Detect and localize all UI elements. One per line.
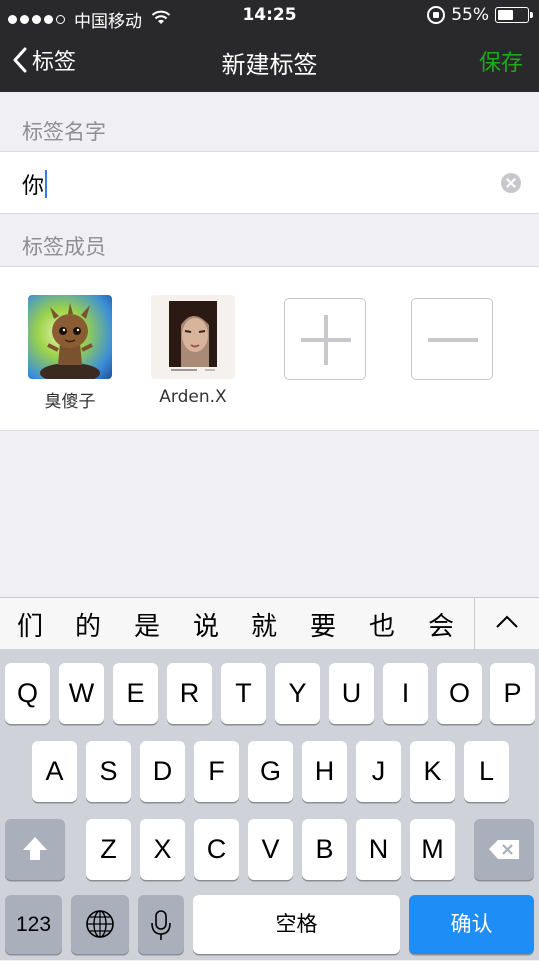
tag-members-section-label: 标签成员	[22, 235, 106, 259]
key-n[interactable]: N	[356, 819, 401, 880]
member-name: 臭傻子	[44, 392, 96, 412]
page-title: 新建标签	[221, 51, 318, 79]
key-k[interactable]: K	[410, 741, 455, 802]
key-r[interactable]: R	[167, 663, 212, 724]
chevron-up-icon	[496, 615, 518, 628]
expand-candidates-button[interactable]	[474, 598, 539, 649]
confirm-key[interactable]: 确认	[409, 895, 534, 954]
key-t[interactable]: T	[221, 663, 266, 724]
status-bar: 中国移动 14:25 55%	[0, 0, 539, 32]
member-item[interactable]: Arden.X	[143, 295, 243, 407]
status-right: 55%	[427, 5, 533, 25]
tag-name-input[interactable]: 你	[22, 168, 44, 200]
key-z[interactable]: Z	[86, 819, 131, 880]
key-c[interactable]: C	[194, 819, 239, 880]
key-d[interactable]: D	[140, 741, 185, 802]
numbers-key[interactable]: 123	[5, 895, 62, 954]
members-panel: 臭傻子 Arden.X	[0, 266, 539, 431]
candidate-word[interactable]: 是	[125, 606, 169, 643]
add-member-button[interactable]	[284, 298, 366, 380]
candidate-word[interactable]: 也	[360, 606, 404, 643]
tag-name-field[interactable]: 你	[0, 151, 539, 214]
groot-avatar-image	[40, 303, 100, 379]
key-a[interactable]: A	[32, 741, 77, 802]
text-cursor	[45, 170, 48, 198]
key-l[interactable]: L	[464, 741, 509, 802]
top-bar: 中国移动 14:25 55% 标签 新建标签 保存	[0, 0, 539, 92]
shift-arrow-icon	[23, 837, 47, 860]
key-h[interactable]: H	[302, 741, 347, 802]
candidate-word[interactable]: 就	[242, 606, 286, 643]
navigation-bar: 标签 新建标签 保存	[0, 32, 539, 92]
keyboard: Q W E R T Y U I O P A S D F G H J K L Z …	[0, 649, 539, 960]
battery-percent: 55%	[451, 5, 489, 25]
tag-name-value-wrap: 你	[22, 168, 48, 200]
avatar	[28, 295, 112, 379]
ime-candidate-bar: 们 的 是 说 就 要 也 会	[0, 597, 539, 649]
key-o[interactable]: O	[437, 663, 482, 724]
key-e[interactable]: E	[113, 663, 158, 724]
clear-icon[interactable]	[501, 173, 521, 193]
candidate-word[interactable]: 的	[66, 606, 110, 643]
key-g[interactable]: G	[248, 741, 293, 802]
key-y[interactable]: Y	[275, 663, 320, 724]
key-u[interactable]: U	[329, 663, 374, 724]
minus-icon	[428, 338, 478, 342]
microphone-icon	[151, 910, 171, 940]
avatar	[151, 295, 235, 379]
save-button[interactable]: 保存	[479, 45, 523, 77]
globe-icon	[86, 910, 114, 938]
tag-name-section-label: 标签名字	[22, 120, 106, 144]
key-b[interactable]: B	[302, 819, 347, 880]
member-name: Arden.X	[159, 387, 227, 407]
space-key[interactable]: 空格	[193, 895, 400, 954]
globe-key[interactable]	[71, 895, 129, 954]
candidate-word[interactable]: 说	[184, 606, 228, 643]
shift-key[interactable]	[5, 819, 65, 880]
microphone-key[interactable]	[138, 895, 184, 954]
member-item[interactable]: 臭傻子	[20, 295, 120, 412]
orientation-lock-icon	[427, 6, 446, 24]
key-f[interactable]: F	[194, 741, 239, 802]
key-v[interactable]: V	[248, 819, 293, 880]
backspace-icon	[489, 840, 519, 859]
backspace-key[interactable]	[474, 819, 534, 880]
candidate-word[interactable]: 们	[8, 606, 52, 643]
key-p[interactable]: P	[490, 663, 535, 724]
key-q[interactable]: Q	[5, 663, 50, 724]
key-m[interactable]: M	[410, 819, 455, 880]
plus-icon-vertical	[324, 315, 328, 365]
portrait-avatar-image	[151, 295, 235, 379]
key-x[interactable]: X	[140, 819, 185, 880]
key-w[interactable]: W	[59, 663, 104, 724]
candidate-word[interactable]: 会	[419, 606, 463, 643]
key-i[interactable]: I	[383, 663, 428, 724]
key-j[interactable]: J	[356, 741, 401, 802]
battery-icon	[495, 7, 533, 23]
remove-member-button[interactable]	[411, 298, 493, 380]
candidate-word[interactable]: 要	[301, 606, 345, 643]
key-s[interactable]: S	[86, 741, 131, 802]
battery-fill	[498, 10, 513, 20]
